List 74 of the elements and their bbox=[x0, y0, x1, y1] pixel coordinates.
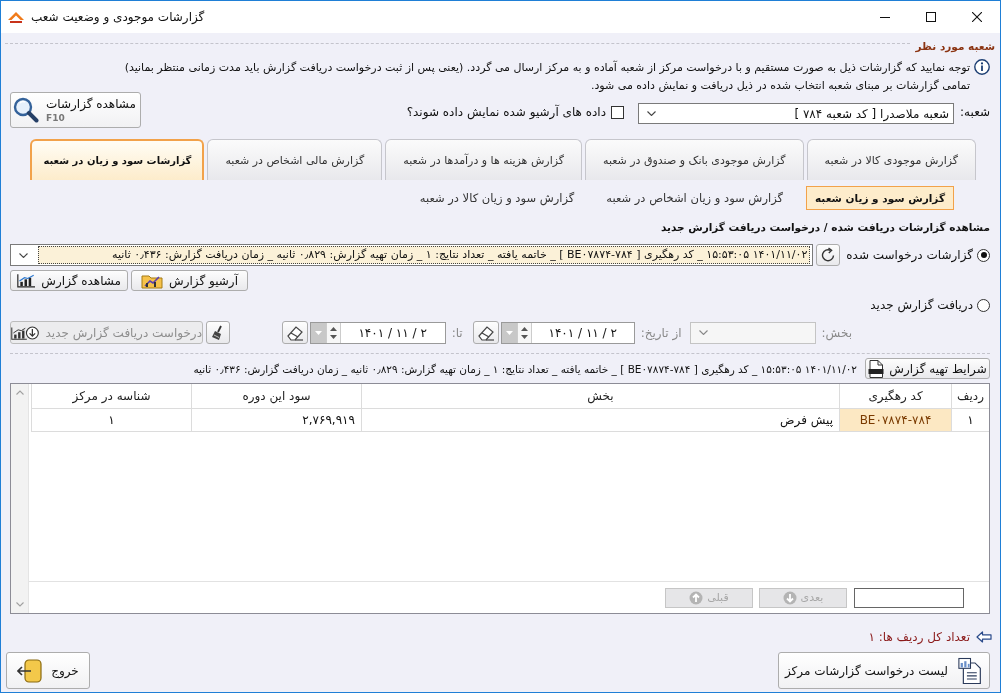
arrow-left-icon bbox=[976, 631, 992, 643]
from-date-label: از تاریخ: bbox=[640, 325, 682, 340]
checkbox-label: داده های آرشیو شده نمایش داده شوند؟ bbox=[406, 105, 607, 119]
report-conditions-button[interactable]: شرایط تهیه گزارش bbox=[865, 358, 990, 379]
eraser-icon bbox=[476, 324, 495, 341]
archive-checkbox[interactable] bbox=[611, 105, 625, 119]
chart-download-icon bbox=[11, 323, 40, 342]
page-number-field[interactable] bbox=[854, 587, 964, 608]
minimize-icon bbox=[880, 16, 890, 18]
table-cell: ۲,۷۶۹,۹۱۹ bbox=[191, 409, 361, 432]
app-logo-icon bbox=[8, 11, 24, 23]
table-cell: ۱ bbox=[31, 409, 191, 432]
notice-text: تمامی گزارشات بر مبنای شعبه انتخاب شده در ذیل دریافت و نمایش داده می شود. bbox=[590, 78, 970, 92]
center-requests-button[interactable]: لیست درخواست گزارشات مرکز bbox=[778, 652, 990, 689]
radio-label: دریافت گزارش جدید bbox=[870, 298, 973, 312]
radio-button[interactable] bbox=[977, 248, 990, 262]
subtab[interactable]: گزارش سود و زیان اشخاص در شعبه bbox=[597, 186, 792, 210]
spin-arrows-icon bbox=[329, 325, 337, 340]
archive-report-button[interactable]: آرشیو گزارش bbox=[131, 270, 248, 291]
tab[interactable]: گزارش هزینه ها و درآمدها در شعبه bbox=[385, 139, 582, 180]
maximize-icon bbox=[926, 12, 936, 22]
search-icon bbox=[13, 97, 39, 123]
column-header: سود این دوره bbox=[191, 384, 361, 409]
report-summary: ۱۴۰۱/۱۱/۰۲ ۱۵:۵۳:۰۵ _ کد رهگیری [ BE۰۷۸۷۴-۷۸۴ ] _ خاتمه یافته _ تعداد نتایج: ۱ _ زمان تهیه گزارش: ۰٫۸۲۹ ثانیه _ زمان دریافت گزارش: ۰٫۴۳۶ ثانیه bbox=[193, 362, 857, 375]
radio-label: گزارشات درخواست شده bbox=[846, 248, 973, 262]
scroll-down-icon bbox=[15, 602, 24, 607]
clear-date-button[interactable] bbox=[472, 321, 499, 344]
folder-chart-icon bbox=[141, 272, 164, 289]
circle-arrow-up-icon bbox=[689, 590, 704, 605]
scroll-up-icon bbox=[15, 390, 24, 395]
chevron-down-icon bbox=[19, 252, 28, 258]
bar-chart-icon bbox=[17, 272, 36, 289]
chevron-down-icon bbox=[647, 111, 657, 116]
clear-date-button[interactable] bbox=[281, 321, 308, 344]
section-title: شعبه مورد نظر bbox=[915, 40, 995, 52]
file-icon bbox=[868, 359, 885, 378]
exit-door-icon bbox=[17, 658, 44, 683]
tab[interactable]: گزارش موجودی کالا در شعبه bbox=[806, 139, 976, 180]
chevron-down-icon bbox=[698, 330, 708, 335]
table-cell: BE۰۷۸۷۴-۷۸۴ bbox=[839, 409, 951, 432]
column-header: شناسه در مرکز bbox=[31, 384, 191, 409]
branch-select[interactable]: شعبه ملاصدرا [ کد شعبه ۷۸۴ ] bbox=[638, 103, 955, 124]
document-chart-icon bbox=[958, 655, 983, 686]
broom-icon bbox=[211, 324, 225, 341]
refresh-button[interactable] bbox=[816, 244, 841, 266]
row-count-text: تعداد کل ردیف ها: ۱ bbox=[868, 630, 970, 644]
subtab[interactable]: گزارش سود و زیان کالا در شعبه bbox=[410, 186, 584, 210]
subtab[interactable]: گزارش سود و زیان شعبه bbox=[806, 186, 954, 210]
vertical-scrollbar[interactable] bbox=[11, 384, 29, 613]
tab[interactable]: گزارشات سود و زیان در شعبه bbox=[30, 139, 205, 180]
triangle-down-icon bbox=[505, 330, 513, 335]
tab[interactable]: گزارش مالی اشخاص در شعبه bbox=[207, 139, 383, 180]
triangle-down-icon bbox=[314, 330, 322, 335]
column-header: ردیف bbox=[951, 384, 989, 409]
section-title: مشاهده گزارشات دریافت شده / درخواست دریافت گزارش جدید bbox=[659, 220, 990, 235]
close-icon bbox=[972, 12, 982, 22]
table-cell: پیش فرض bbox=[361, 409, 839, 432]
circle-arrow-down-icon bbox=[782, 590, 797, 605]
eraser-icon bbox=[285, 324, 304, 341]
requested-report-select[interactable]: ۱۴۰۱/۱۱/۰۲ ۱۵:۵۳:۰۵ _ کد رهگیری [ BE۰۷۸۷۴-۷۸۴ ] _ خاتمه یافته _ تعداد نتایج: ۱ _ زمان تهیه گزارش: ۰٫۸۲۹ ثانیه _ زمان دریافت گزارش: ۰٫۴۳۶ ثانیه bbox=[10, 244, 814, 266]
exit-button[interactable]: خروج bbox=[6, 652, 90, 689]
refresh-icon bbox=[820, 247, 837, 263]
radio-button[interactable] bbox=[977, 298, 990, 312]
info-icon bbox=[974, 59, 990, 75]
clear-filters-button[interactable] bbox=[206, 321, 230, 344]
view-report-button[interactable]: مشاهده گزارش bbox=[10, 270, 128, 291]
to-date-label: تا: bbox=[451, 325, 463, 340]
section-label: بخش: bbox=[821, 325, 852, 340]
window-title: گزارشات موجودی و وضعیت شعب bbox=[31, 10, 205, 24]
notice-text: توجه نمایید که گزارشات ذیل به صورت مستقیم و با درخواست مرکز از شعبه آماده و به مرکز ارسال می گردد. (یعنی پس از ثبت درخواست دریافت گزارش باید مدت زمانی منتظر بمانید) bbox=[124, 60, 970, 74]
tab[interactable]: گزارش موجودی بانک و صندوق در شعبه bbox=[585, 139, 804, 180]
column-header: بخش bbox=[361, 384, 839, 409]
spin-arrows-icon bbox=[520, 325, 528, 340]
branch-label: شعبه: bbox=[960, 105, 990, 119]
